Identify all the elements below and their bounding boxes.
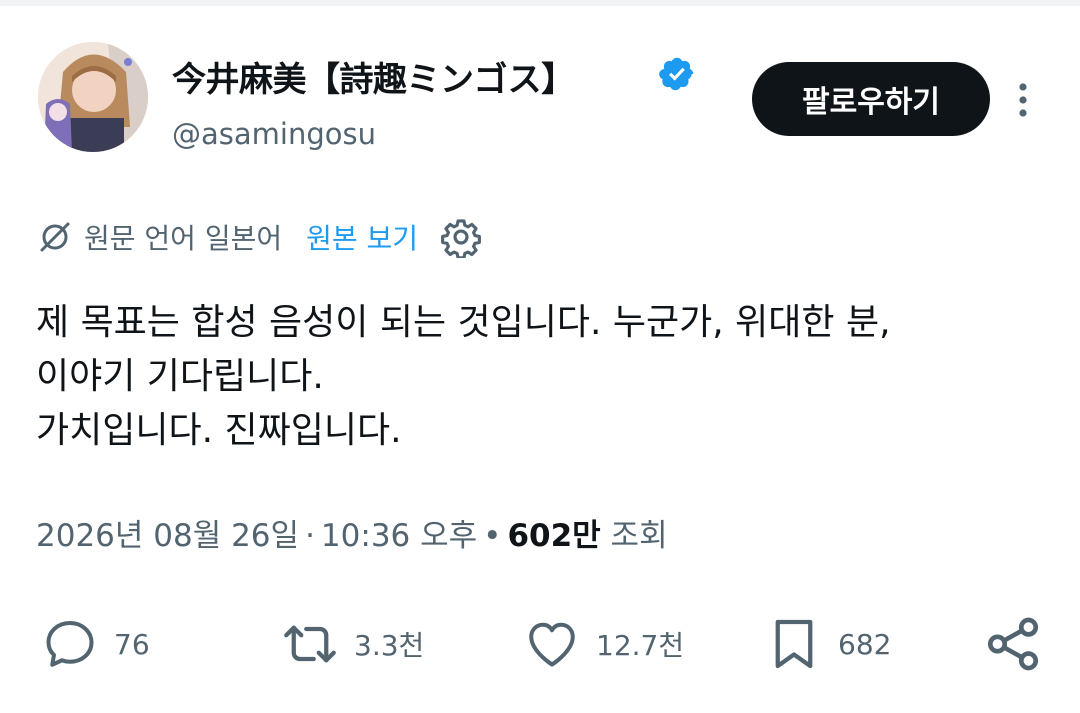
retweet-button[interactable]: 3.3천 [280, 612, 424, 676]
translation-label: 원문 언어 일본어 [84, 222, 283, 255]
tweet-line: 제 목표는 합성 음성이 되는 것입니다. 누군가, 위대한 분, [36, 302, 891, 343]
show-original-link[interactable]: 원본 보기 [306, 217, 418, 257]
share-icon[interactable] [982, 612, 1044, 676]
meta-separator: · [305, 518, 315, 554]
tweet-text: 제 목표는 합성 음성이 되는 것입니다. 누군가, 위대한 분, 이야기 기다… [36, 296, 1056, 458]
reply-icon [46, 621, 94, 667]
translation-bar: 원문 언어 일본어 원본 보기 [36, 212, 482, 262]
bookmark-icon [775, 619, 813, 669]
avatar-photo [38, 42, 148, 152]
follow-button[interactable]: 팔로우하기 [752, 62, 990, 136]
avatar[interactable] [38, 42, 148, 152]
tweet-line: 이야기 기다립니다. [36, 356, 324, 397]
view-count: 602만 [507, 518, 601, 554]
heart-icon [529, 622, 575, 667]
retweet-count: 3.3천 [354, 629, 425, 662]
like-button[interactable]: 12.7천 [522, 612, 684, 676]
verified-badge-icon [659, 57, 694, 91]
user-handle[interactable]: @asamingosu [172, 117, 376, 151]
tweet-meta: 2026년 08월 26일 · 10:36 오후 • 602만 조회 [36, 510, 668, 555]
bookmark-button[interactable]: 682 [764, 612, 891, 676]
top-divider [0, 0, 1080, 6]
reply-count: 76 [114, 627, 150, 661]
like-count: 12.7천 [596, 629, 685, 662]
reply-button[interactable]: 76 [40, 612, 150, 676]
tweet-time[interactable]: 10:36 오후 [321, 518, 477, 554]
translate-icon [40, 222, 70, 252]
meta-separator: • [483, 518, 502, 554]
gear-icon[interactable] [440, 216, 482, 258]
more-vertical-icon[interactable] [1008, 78, 1038, 122]
display-name[interactable]: 今井麻美【詩趣ミンゴス】 [172, 52, 575, 101]
view-label: 조회 [610, 518, 668, 554]
bookmark-count: 682 [838, 627, 892, 661]
retweet-icon [284, 625, 336, 663]
tweet-line: 가치입니다. 진짜입니다. [36, 410, 402, 451]
tweet-date[interactable]: 2026년 08월 26일 [36, 518, 299, 554]
